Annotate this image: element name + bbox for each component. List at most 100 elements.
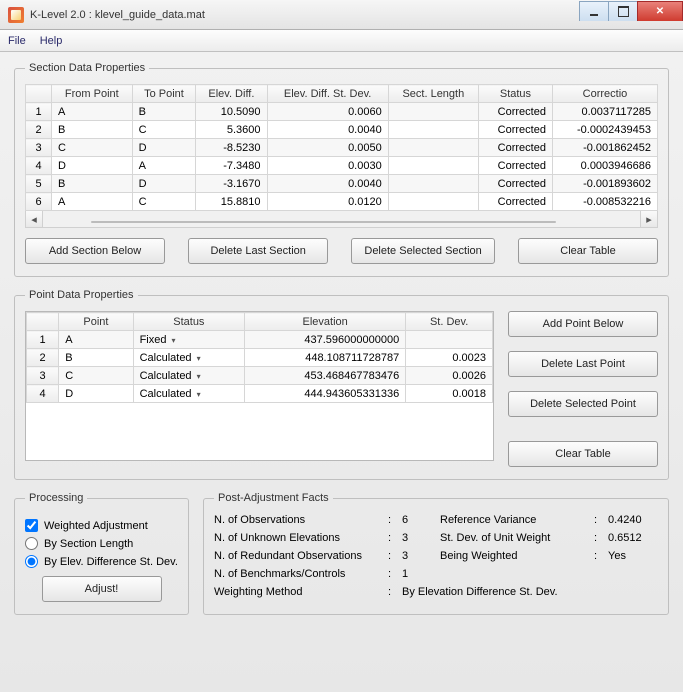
cell-from[interactable]: D — [52, 157, 133, 175]
cell-point[interactable]: C — [59, 367, 133, 385]
table-row[interactable]: 4DCalculated▾444.9436053313360.0018 — [27, 385, 493, 403]
cell-corr[interactable]: -0.0002439453 — [552, 121, 657, 139]
table-row[interactable]: 2BC5.36000.0040Corrected-0.0002439453 — [26, 121, 658, 139]
weighted-adjustment-checkbox[interactable]: Weighted Adjustment — [25, 519, 178, 532]
cell-sd[interactable]: 0.0050 — [267, 139, 388, 157]
cell-status[interactable]: Calculated▾ — [133, 349, 245, 367]
cell-len[interactable] — [388, 121, 478, 139]
cell-corr[interactable]: -0.008532216 — [552, 193, 657, 211]
table-row[interactable]: 2BCalculated▾448.1087117287870.0023 — [27, 349, 493, 367]
cell-from[interactable]: C — [52, 139, 133, 157]
cell-to[interactable]: C — [132, 121, 196, 139]
cell-from[interactable]: B — [52, 121, 133, 139]
add-point-button[interactable]: Add Point Below — [508, 311, 658, 337]
cell-status[interactable]: Calculated▾ — [133, 367, 245, 385]
cell-elev[interactable]: 437.596000000000 — [245, 331, 406, 349]
section-col-diff[interactable]: Elev. Diff. — [196, 85, 267, 103]
delete-last-point-button[interactable]: Delete Last Point — [508, 351, 658, 377]
add-section-button[interactable]: Add Section Below — [25, 238, 165, 264]
cell-point[interactable]: D — [59, 385, 133, 403]
cell-status[interactable]: Calculated▾ — [133, 385, 245, 403]
point-col-status[interactable]: Status — [133, 313, 245, 331]
cell-point[interactable]: B — [59, 349, 133, 367]
cell-len[interactable] — [388, 193, 478, 211]
delete-last-section-button[interactable]: Delete Last Section — [188, 238, 328, 264]
cell-status[interactable]: Corrected — [478, 103, 552, 121]
section-col-corr[interactable]: Correctio — [552, 85, 657, 103]
cell-len[interactable] — [388, 139, 478, 157]
cell-to[interactable]: B — [132, 103, 196, 121]
minimize-button[interactable] — [579, 1, 609, 21]
clear-point-table-button[interactable]: Clear Table — [508, 441, 658, 467]
cell-to[interactable]: D — [132, 175, 196, 193]
row-header[interactable]: 4 — [27, 385, 59, 403]
cell-from[interactable]: B — [52, 175, 133, 193]
table-row[interactable]: 3CD-8.52300.0050Corrected-0.001862452 — [26, 139, 658, 157]
row-header[interactable]: 2 — [26, 121, 52, 139]
clear-section-table-button[interactable]: Clear Table — [518, 238, 658, 264]
scroll-right-icon[interactable]: ▸ — [640, 211, 657, 227]
cell-corr[interactable]: 0.0003946686 — [552, 157, 657, 175]
row-header[interactable]: 6 — [26, 193, 52, 211]
cell-diff[interactable]: -3.1670 — [196, 175, 267, 193]
cell-to[interactable]: C — [132, 193, 196, 211]
by-sd-radio[interactable]: By Elev. Difference St. Dev. — [25, 555, 178, 568]
cell-diff[interactable]: 15.8810 — [196, 193, 267, 211]
row-header[interactable]: 3 — [26, 139, 52, 157]
table-row[interactable]: 1AB10.50900.0060 Corrected0.0037117285 — [26, 103, 658, 121]
cell-status[interactable]: Corrected — [478, 193, 552, 211]
weighted-adjustment-input[interactable] — [25, 519, 38, 532]
cell-sd[interactable]: 0.0040 — [267, 175, 388, 193]
point-table[interactable]: Point Status Elevation St. Dev. 1AFixed▾… — [26, 312, 493, 403]
table-row[interactable]: 5BD-3.16700.0040Corrected-0.001893602 — [26, 175, 658, 193]
row-header[interactable]: 1 — [27, 331, 59, 349]
cell-to[interactable]: D — [132, 139, 196, 157]
scroll-thumb[interactable] — [91, 221, 557, 223]
menu-file[interactable]: File — [8, 35, 26, 47]
section-col-status[interactable]: Status — [478, 85, 552, 103]
section-hscrollbar[interactable]: ◂ ▸ — [25, 211, 658, 228]
cell-status[interactable]: Corrected — [478, 175, 552, 193]
cell-status[interactable]: Corrected — [478, 121, 552, 139]
by-section-length-radio[interactable]: By Section Length — [25, 537, 178, 550]
cell-to[interactable]: A — [132, 157, 196, 175]
cell-diff[interactable]: 10.5090 — [196, 103, 267, 121]
cell-len[interactable] — [388, 157, 478, 175]
row-header[interactable]: 4 — [26, 157, 52, 175]
point-col-sd[interactable]: St. Dev. — [406, 313, 493, 331]
cell-diff[interactable]: 5.3600 — [196, 121, 267, 139]
section-col-from[interactable]: From Point — [52, 85, 133, 103]
chevron-down-icon[interactable]: ▾ — [171, 336, 175, 345]
cell-from[interactable]: A — [52, 103, 133, 121]
row-header[interactable]: 3 — [27, 367, 59, 385]
cell-status[interactable]: Fixed▾ — [133, 331, 245, 349]
section-col-to[interactable]: To Point — [132, 85, 196, 103]
by-sd-input[interactable] — [25, 555, 38, 568]
row-header[interactable]: 5 — [26, 175, 52, 193]
scroll-left-icon[interactable]: ◂ — [26, 211, 43, 227]
cell-elev[interactable]: 453.468467783476 — [245, 367, 406, 385]
maximize-button[interactable] — [608, 1, 638, 21]
cell-elev[interactable]: 448.108711728787 — [245, 349, 406, 367]
cell-corr[interactable]: 0.0037117285 — [552, 103, 657, 121]
cell-sd[interactable]: 0.0023 — [406, 349, 493, 367]
section-col-sd[interactable]: Elev. Diff. St. Dev. — [267, 85, 388, 103]
point-col-point[interactable]: Point — [59, 313, 133, 331]
by-section-length-input[interactable] — [25, 537, 38, 550]
cell-sd[interactable]: 0.0030 — [267, 157, 388, 175]
chevron-down-icon[interactable]: ▾ — [197, 390, 201, 399]
cell-elev[interactable]: 444.943605331336 — [245, 385, 406, 403]
cell-len[interactable] — [388, 103, 478, 121]
chevron-down-icon[interactable]: ▾ — [197, 372, 201, 381]
adjust-button[interactable]: Adjust! — [42, 576, 162, 602]
section-col-len[interactable]: Sect. Length — [388, 85, 478, 103]
close-button[interactable] — [637, 1, 683, 21]
row-header[interactable]: 1 — [26, 103, 52, 121]
section-table[interactable]: From Point To Point Elev. Diff. Elev. Di… — [25, 84, 658, 211]
cell-sd[interactable]: 0.0026 — [406, 367, 493, 385]
cell-sd[interactable] — [406, 331, 493, 349]
cell-point[interactable]: A — [59, 331, 133, 349]
cell-from[interactable]: A — [52, 193, 133, 211]
cell-sd[interactable]: 0.0060 — [267, 103, 388, 121]
table-row[interactable]: 6AC15.88100.0120Corrected-0.008532216 — [26, 193, 658, 211]
